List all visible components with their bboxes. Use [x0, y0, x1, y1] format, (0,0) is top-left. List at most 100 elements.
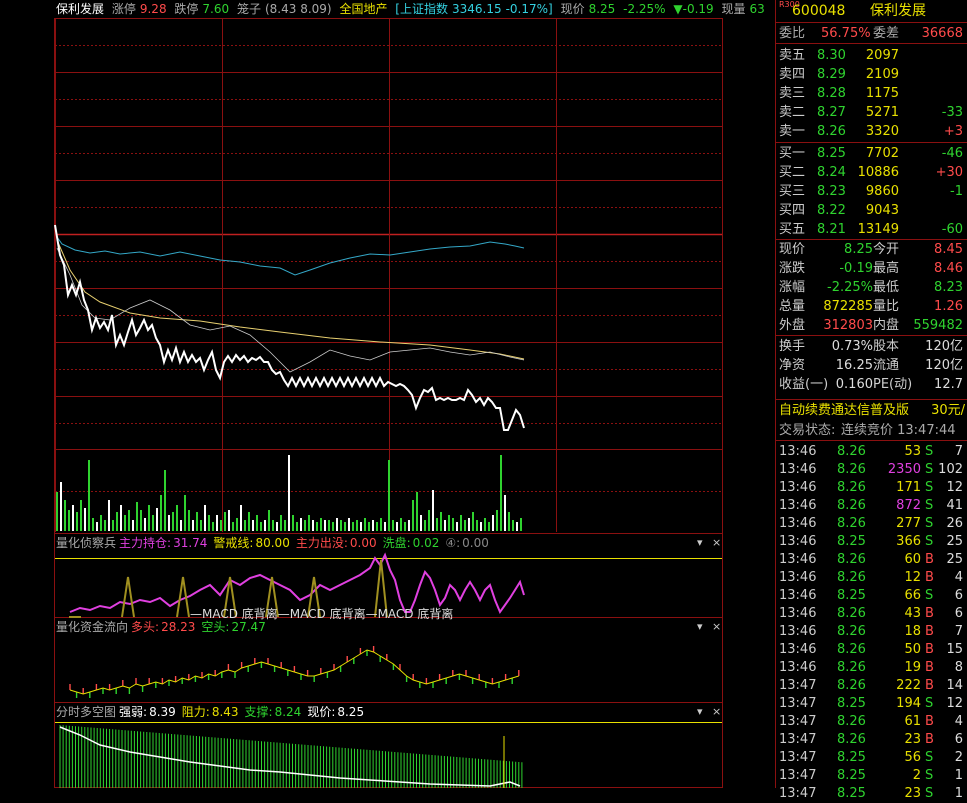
panel3-item: 阻力: 8.43: [182, 705, 242, 719]
tick-p: 8.25: [837, 696, 866, 711]
panel3-item-value: 8.39: [149, 705, 176, 719]
ad-price[interactable]: 30元/: [931, 402, 965, 420]
order-ratio-row: 委比 56.75% 委差 36668: [775, 25, 967, 43]
bid-row[interactable]: 买三 8.23 9860 -1: [775, 183, 967, 201]
bid-row[interactable]: 买四 8.22 9043: [775, 202, 967, 220]
panel1-close-icon[interactable]: ×: [712, 536, 721, 549]
tick-d: S: [925, 498, 934, 513]
ask-price: 8.26: [817, 124, 846, 139]
ask-row[interactable]: 卖四 8.29 2109: [775, 66, 967, 84]
panel1-item: 主力持仓: 31.74: [119, 536, 210, 550]
ask-row[interactable]: 卖五 8.30 2097: [775, 47, 967, 65]
stat-l2: 流通: [873, 358, 900, 373]
stat-v2: 8.45: [934, 242, 963, 257]
tick-v: 366: [896, 534, 921, 549]
tick-t: 13:46: [779, 624, 817, 639]
panel3-title[interactable]: 分时多空图: [56, 705, 116, 719]
tick-row[interactable]: 13:46 8.26 53 S 7: [775, 443, 967, 461]
tick-t: 13:46: [779, 462, 817, 477]
stat-l1: 外盘: [779, 318, 806, 333]
tick-row[interactable]: 13:46 8.26 277 S 26: [775, 515, 967, 533]
bid-chg: -46: [941, 146, 963, 161]
tick-n: 12: [946, 696, 963, 711]
bid-vol: 10886: [857, 165, 899, 180]
panel3-item-label: 阻力:: [181, 705, 210, 719]
bid-row[interactable]: 买五 8.21 13149 -60: [775, 221, 967, 239]
bid-vol: 7702: [865, 146, 899, 161]
tick-row[interactable]: 13:46 8.26 171 S 12: [775, 479, 967, 497]
ask-vol: 2109: [865, 67, 899, 82]
ad-banner[interactable]: 自动续费通达信普及版 30元/: [775, 402, 967, 420]
tick-row[interactable]: 13:47 8.25 56 S 2: [775, 749, 967, 767]
tick-t: 13:46: [779, 588, 817, 603]
panel2-menu-icon[interactable]: ▾: [697, 620, 703, 633]
tick-n: 4: [954, 714, 963, 729]
tick-t: 13:47: [779, 714, 817, 729]
ad-text[interactable]: 自动续费通达信普及版: [779, 402, 909, 420]
panel2-title[interactable]: 量化资金流向: [56, 620, 128, 634]
flow-line: [69, 649, 519, 695]
ask-price: 8.27: [817, 105, 846, 120]
stat-v1: 0.73%: [831, 339, 873, 354]
tick-t: 13:46: [779, 516, 817, 531]
tick-n: 41: [946, 498, 963, 513]
tick-t: 13:47: [779, 696, 817, 711]
tick-row[interactable]: 13:46 8.25 66 S 6: [775, 587, 967, 605]
tick-p: 8.26: [837, 660, 866, 675]
tick-d: B: [925, 552, 934, 567]
tick-row[interactable]: 13:47 8.26 61 B 4: [775, 713, 967, 731]
tick-v: 56: [904, 750, 921, 765]
tick-d: S: [925, 444, 934, 459]
tick-row[interactable]: 13:46 8.26 872 S 41: [775, 497, 967, 515]
tick-row[interactable]: 13:46 8.26 43 B 6: [775, 605, 967, 623]
tick-v: 194: [896, 696, 921, 711]
tick-row[interactable]: 13:47 8.26 222 B 14: [775, 677, 967, 695]
stat-v1: 0.160: [835, 377, 873, 392]
tick-row[interactable]: 13:47 8.25 2 S 1: [775, 767, 967, 785]
tick-row[interactable]: 13:46 8.26 60 B 25: [775, 551, 967, 569]
tick-t: 13:47: [779, 678, 817, 693]
stock-name-quote[interactable]: 保利发展: [870, 2, 926, 20]
trade-status: 交易状态: 连续竞价 13:47:44: [775, 422, 967, 440]
tick-row[interactable]: 13:47 8.25 194 S 12: [775, 695, 967, 713]
panel1-title[interactable]: 量化侦察兵: [56, 536, 116, 550]
ask-row[interactable]: 卖三 8.28 1175: [775, 85, 967, 103]
panel3-close-icon[interactable]: ×: [712, 705, 721, 718]
tick-row[interactable]: 13:46 8.26 50 B 15: [775, 641, 967, 659]
panel1-item-label: 主力出没:: [295, 536, 348, 550]
bid-row[interactable]: 买二 8.24 10886 +30: [775, 164, 967, 182]
panel1-item: ④: 0.00: [445, 536, 492, 550]
panel1-item-label: ④:: [445, 536, 461, 550]
tick-d: B: [925, 660, 934, 675]
tick-n: 6: [954, 588, 963, 603]
tick-v: 60: [904, 552, 921, 567]
diff-label: 委差: [873, 26, 900, 41]
panel1-menu-icon[interactable]: ▾: [697, 536, 703, 549]
stat-l2: 最高: [873, 261, 900, 276]
tick-row[interactable]: 13:46 8.26 12 B 4: [775, 569, 967, 587]
panel1-item: 警戒线: 80.00: [213, 536, 292, 550]
tick-v: 18: [904, 624, 921, 639]
ask-row[interactable]: 卖一 8.26 3320 +3: [775, 123, 967, 141]
bid-row[interactable]: 买一 8.25 7702 -46: [775, 145, 967, 163]
stat-l1: 涨幅: [779, 280, 806, 295]
tick-t: 13:46: [779, 642, 817, 657]
tick-p: 8.26: [837, 552, 866, 567]
tick-row[interactable]: 13:46 8.26 18 B 7: [775, 623, 967, 641]
stock-code[interactable]: 600048: [792, 2, 845, 20]
tick-n: 26: [946, 516, 963, 531]
tick-row[interactable]: 13:46 8.26 19 B 8: [775, 659, 967, 677]
tick-row[interactable]: 13:47 8.26 23 B 6: [775, 731, 967, 749]
ask-row[interactable]: 卖二 8.27 5271 -33: [775, 104, 967, 122]
tick-v: 66: [904, 588, 921, 603]
stat-row: 换手 0.73% 股本 120亿: [775, 338, 967, 356]
bid-price: 8.22: [817, 203, 846, 218]
panel2-close-icon[interactable]: ×: [712, 620, 721, 633]
tick-t: 13:47: [779, 768, 817, 783]
holding-line: [69, 552, 525, 615]
tick-row[interactable]: 13:46 8.25 366 S 25: [775, 533, 967, 551]
bid-chg: -60: [941, 222, 963, 237]
panel3-menu-icon[interactable]: ▾: [697, 705, 703, 718]
panel2-item-label: 空头:: [201, 620, 230, 634]
tick-row[interactable]: 13:46 8.26 2350 S 102: [775, 461, 967, 479]
